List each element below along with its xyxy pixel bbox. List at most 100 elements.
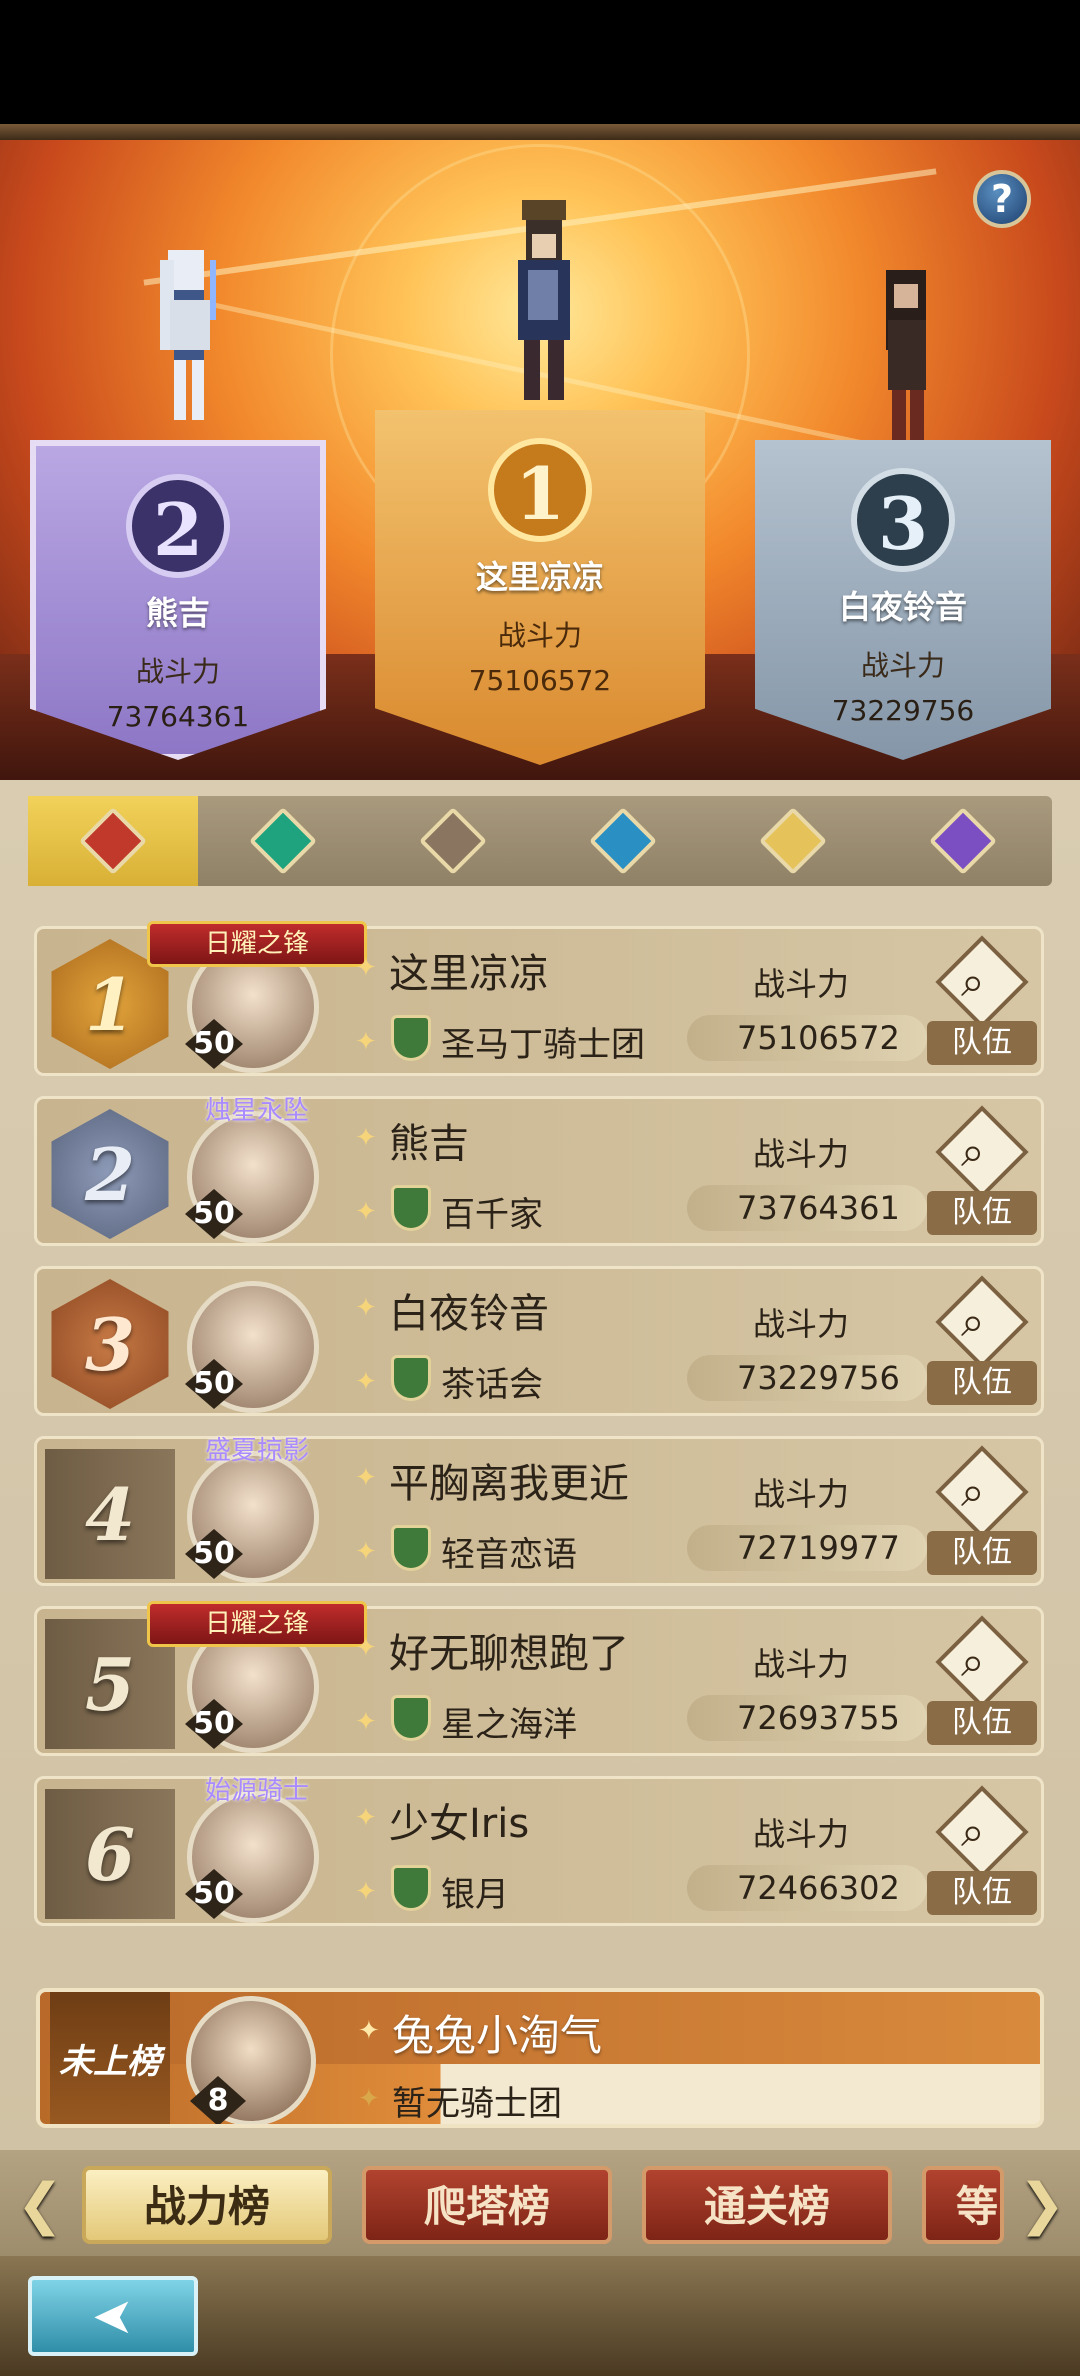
tab-wind[interactable] [198,796,368,886]
star-icon: ✦ [355,1633,377,1663]
magnifier-icon: ⌕ [961,1297,985,1346]
character-sprite-1 [488,200,598,420]
ranking-row: 3 50 ✦ 白夜铃音 ✦ 茶话会 战斗力 73229756 ⌕ 队伍 [34,1266,1044,1416]
rank-medal: 2 [126,474,230,578]
title-badge: 烛星永坠 [204,1096,309,1126]
team-button[interactable]: ⌕ 队伍 [927,1785,1037,1923]
star-icon: ✦ [355,1877,377,1907]
guild-shield-icon [391,1525,431,1571]
star-icon: ✦ [358,2084,380,2114]
power-label: 战斗力 [860,649,945,682]
guild-shield-icon [391,1695,431,1741]
guild-shield-icon [391,1355,431,1401]
star-icon: ✦ [355,1293,377,1323]
power-label: 战斗力 [135,655,220,688]
tab-dark[interactable] [878,796,1048,886]
ranking-row: 5 50 日耀之锋 ✦ 好无聊想跑了 ✦ 星之海洋 战斗力 72693755 ⌕… [34,1601,1044,1756]
player-name: 这里凉凉 [389,951,549,997]
power-value: 72719977 [737,1529,900,1567]
earth-icon [419,807,487,875]
team-button[interactable]: ⌕ 队伍 [927,1615,1037,1753]
player-name: 平胸离我更近 [389,1461,629,1507]
power-value: 72693755 [737,1699,900,1737]
team-button[interactable]: ⌕ 队伍 [927,1275,1037,1413]
guild-name: 银月 [441,1875,509,1915]
tab-more-board[interactable]: 等 [922,2166,1004,2244]
back-button[interactable]: ➤ [28,2276,198,2356]
star-icon: ✦ [355,1123,377,1153]
power-value: 75106572 [468,664,612,697]
magnifier-icon: ⌕ [961,1127,985,1176]
dark-icon [929,807,997,875]
frame-top [0,124,1080,140]
team-button[interactable]: ⌕ 队伍 [927,1445,1037,1583]
guild-name: 暂无骑士团 [392,2084,562,2124]
tab-fire[interactable] [28,796,198,886]
power-label: 战斗力 [753,1815,850,1853]
ranking-row: 6 50 始源骑士 ✦ 少女Iris ✦ 银月 战斗力 72466302 ⌕ 队伍 [34,1776,1044,1926]
my-rank-label: 未上榜 [50,1992,170,2124]
tab-earth[interactable] [368,796,538,886]
team-button[interactable]: ⌕ 队伍 [927,935,1037,1073]
help-icon[interactable]: ? [973,170,1031,228]
wind-icon [249,807,317,875]
back-arrow-icon: ➤ [92,2287,134,2345]
podium-rank-2: 2 熊吉 战斗力 73764361 [30,440,326,760]
magnifier-icon: ⌕ [961,1467,985,1516]
tab-light[interactable] [708,796,878,886]
light-icon [759,807,827,875]
team-label: 队伍 [927,1871,1037,1915]
star-icon: ✦ [355,1707,377,1737]
star-icon: ✦ [355,1197,377,1227]
power-label: 战斗力 [753,1475,850,1513]
ranking-row: 4 50 盛夏掠影 ✦ 平胸离我更近 ✦ 轻音恋语 战斗力 72719977 ⌕… [34,1436,1044,1586]
power-label: 战斗力 [753,1305,850,1343]
character-sprite-2 [130,240,240,440]
rank-number: 3 [51,1279,169,1409]
star-icon: ✦ [355,1537,377,1567]
guild-shield-icon [391,1185,431,1231]
tab-water[interactable] [538,796,708,886]
scroll-right-arrow-icon[interactable]: ❯ [1012,2170,1072,2240]
power-value: 73229756 [831,694,975,727]
power-label: 战斗力 [753,1645,850,1683]
power-value: 73229756 [737,1359,900,1397]
podium-rank-1: 1 这里凉凉 战斗力 75106572 [375,410,705,765]
star-icon: ✦ [355,1803,377,1833]
team-label: 队伍 [927,1701,1037,1745]
star-icon: ✦ [355,1027,377,1057]
ranking-row: 1 50 日耀之锋 ✦ 这里凉凉 ✦ 圣马丁骑士团 战斗力 75106572 ⌕… [34,921,1044,1076]
power-label: 战斗力 [497,619,582,652]
player-name: 少女Iris [389,1801,530,1847]
guild-name: 百千家 [441,1195,543,1235]
character-sprite-3 [856,260,956,450]
my-rank-row: 未上榜 8 ✦ 兔兔小淘气 ✦ 暂无骑士团 [36,1988,1044,2128]
rank-medal: 3 [851,468,955,572]
power-label: 战斗力 [753,1135,850,1173]
star-icon: ✦ [358,2016,380,2046]
guild-name: 轻音恋语 [441,1535,577,1575]
ranking-row: 2 50 烛星永坠 ✦ 熊吉 ✦ 百千家 战斗力 73764361 ⌕ 队伍 [34,1096,1044,1246]
tab-tower-board[interactable]: 爬塔榜 [362,2166,612,2244]
magnifier-icon: ⌕ [961,957,985,1006]
guild-name: 星之海洋 [441,1705,577,1745]
scroll-left-arrow-icon[interactable]: ❮ [10,2170,70,2240]
fire-icon [79,807,147,875]
rank-medal: 1 [488,438,592,542]
guild-shield-icon [391,1865,431,1911]
team-button[interactable]: ⌕ 队伍 [927,1105,1037,1243]
title-badge: 始源骑士 [204,1776,309,1806]
title-badge: 日耀之锋 [147,1601,367,1647]
player-name: 白夜铃音 [838,588,967,626]
player-name: 兔兔小淘气 [392,2011,603,2060]
tab-clear-board[interactable]: 通关榜 [642,2166,892,2244]
magnifier-icon: ⌕ [961,1807,985,1856]
title-badge: 日耀之锋 [147,921,367,967]
tab-power-board[interactable]: 战力榜 [82,2166,332,2244]
power-value: 72466302 [737,1869,900,1907]
player-name: 这里凉凉 [475,558,604,596]
star-icon: ✦ [355,953,377,983]
guild-name: 茶话会 [441,1365,543,1405]
star-icon: ✦ [355,1463,377,1493]
team-label: 队伍 [927,1021,1037,1065]
